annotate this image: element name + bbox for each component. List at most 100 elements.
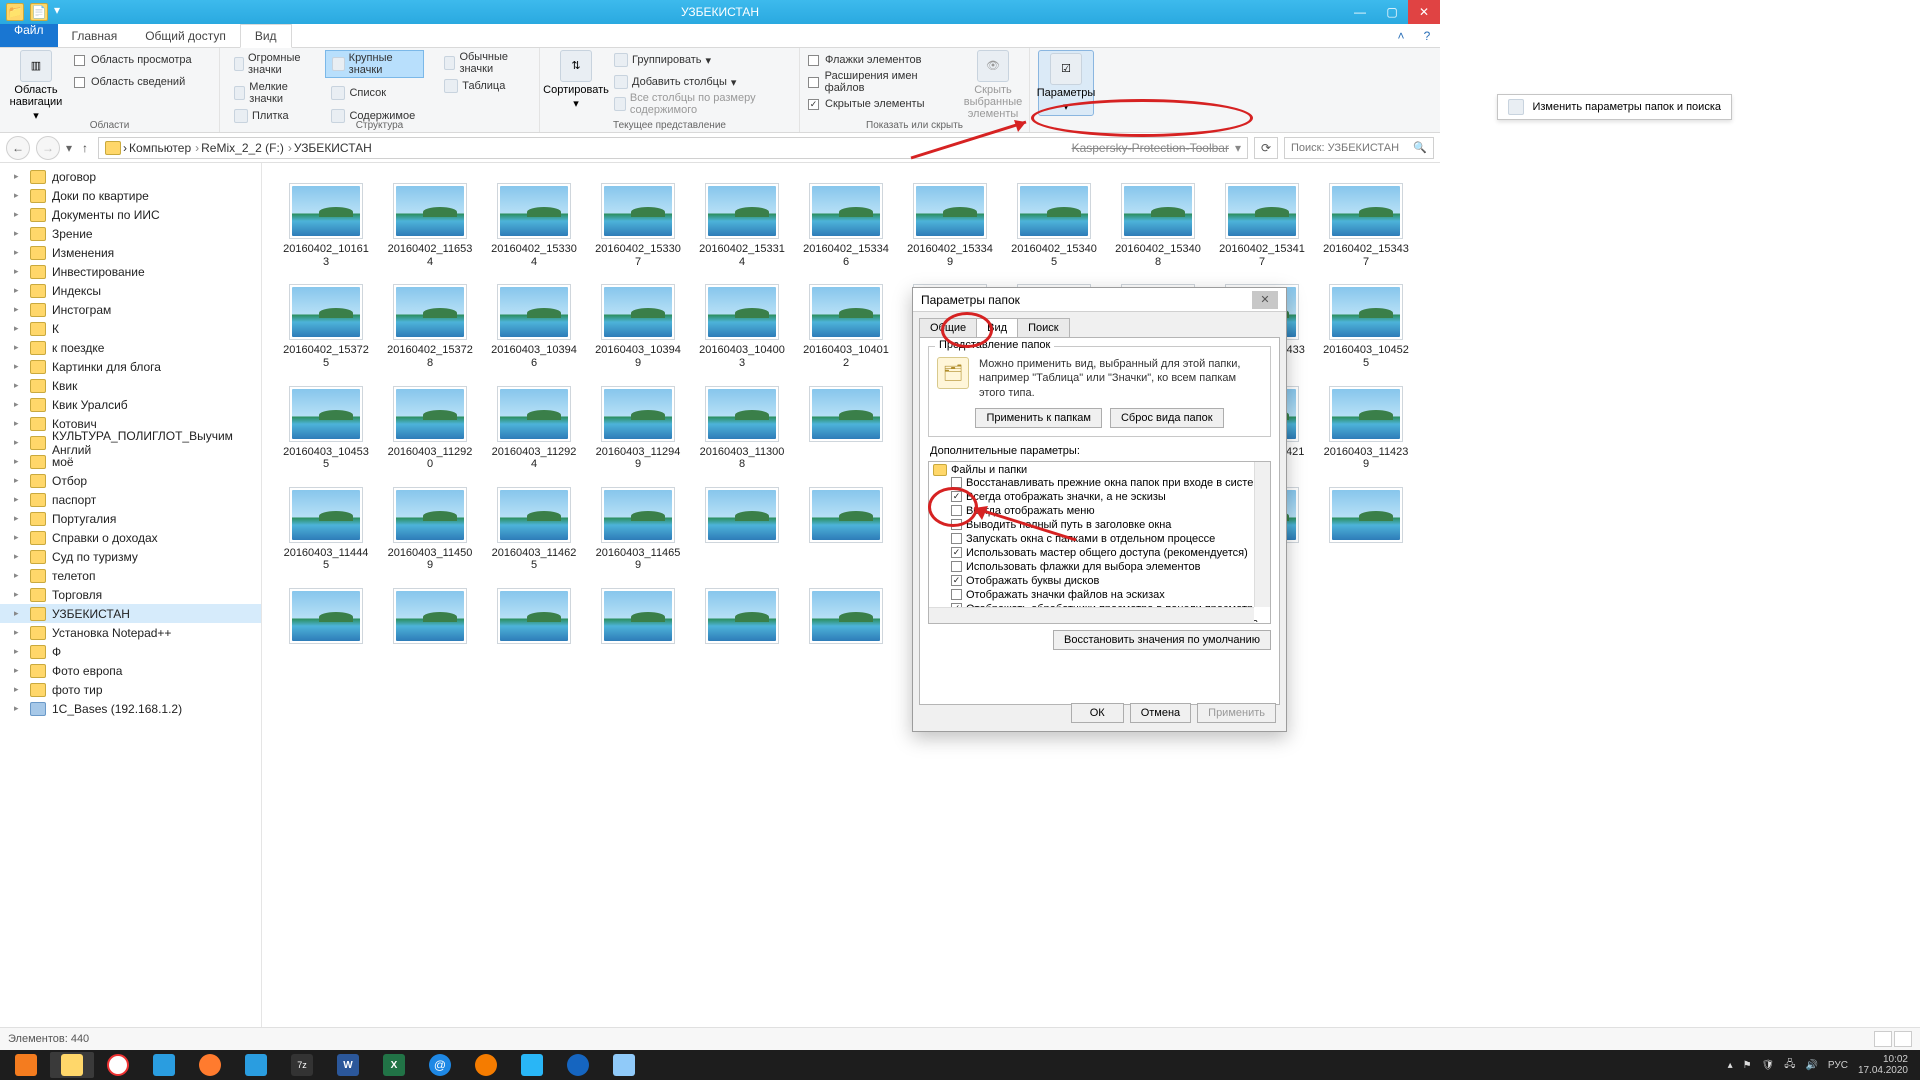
- qat-item[interactable]: 📄: [30, 3, 48, 21]
- tree-node[interactable]: ▸Торговля: [0, 585, 261, 604]
- qat-item[interactable]: 📁: [6, 3, 24, 21]
- advanced-option[interactable]: Использовать флажки для выбора элементов: [933, 560, 1266, 574]
- dialog-tab-search[interactable]: Поиск: [1017, 318, 1069, 337]
- file-item[interactable]: 20160403_104525: [1318, 284, 1414, 369]
- file-item[interactable]: 20160403_112949: [590, 386, 686, 471]
- file-item[interactable]: 20160403_112924: [486, 386, 582, 471]
- options-dropdown-item[interactable]: Изменить параметры папок и поиска: [1497, 94, 1732, 120]
- taskbar-app[interactable]: [602, 1052, 646, 1078]
- tray-network-icon[interactable]: 🖧: [1784, 1057, 1795, 1074]
- advanced-option[interactable]: ✓Использовать мастер общего доступа (рек…: [933, 546, 1266, 560]
- back-button[interactable]: ←: [6, 136, 30, 160]
- cancel-button[interactable]: Отмена: [1130, 703, 1191, 723]
- advanced-option[interactable]: Всегда отображать меню: [933, 504, 1266, 518]
- file-item[interactable]: 20160403_103946: [486, 284, 582, 369]
- details-view-button[interactable]: [1874, 1031, 1892, 1047]
- dialog-tab-view[interactable]: Вид: [976, 318, 1018, 337]
- file-extensions-toggle[interactable]: Расширения имен файлов: [808, 72, 955, 92]
- layout-large[interactable]: Крупные значки: [325, 50, 424, 78]
- file-item[interactable]: 20160402_153304: [486, 183, 582, 268]
- file-item[interactable]: 20160402_153346: [798, 183, 894, 268]
- checkbox[interactable]: ✓: [951, 491, 962, 502]
- add-columns-button[interactable]: Добавить столбцы ▾: [614, 72, 791, 92]
- checkbox[interactable]: [951, 505, 962, 516]
- tree-node[interactable]: ▸к поездке: [0, 338, 261, 357]
- tray-language[interactable]: РУС: [1828, 1060, 1848, 1071]
- reset-folder-views-button[interactable]: Сброс вида папок: [1110, 408, 1224, 428]
- tree-node[interactable]: ▸Португалия: [0, 509, 261, 528]
- tree-node[interactable]: ▸договор: [0, 167, 261, 186]
- file-item[interactable]: [486, 588, 582, 648]
- crumb-computer[interactable]: Компьютер›: [129, 141, 199, 155]
- file-item[interactable]: 20160402_153405: [1006, 183, 1102, 268]
- tray-clock[interactable]: 10:02 17.04.2020: [1858, 1054, 1908, 1076]
- layout-list[interactable]: Список: [325, 80, 424, 106]
- tab-home[interactable]: Главная: [58, 24, 132, 47]
- advanced-option[interactable]: Выводить полный путь в заголовке окна: [933, 518, 1266, 532]
- tree-node[interactable]: ▸Инвестирование: [0, 262, 261, 281]
- advanced-option[interactable]: Отображать значки файлов на эскизах: [933, 588, 1266, 602]
- tree-node[interactable]: ▸Инстограм: [0, 300, 261, 319]
- tree-node[interactable]: ▸УЗБЕКИСТАН: [0, 604, 261, 623]
- file-item[interactable]: 20160402_153725: [278, 284, 374, 369]
- tree-node[interactable]: ▸Ф: [0, 642, 261, 661]
- tree-node[interactable]: ▸Индексы: [0, 281, 261, 300]
- tree-node[interactable]: ▸Квик: [0, 376, 261, 395]
- file-item[interactable]: 20160402_116534: [382, 183, 478, 268]
- taskbar-app[interactable]: [510, 1052, 554, 1078]
- tree-node[interactable]: ▸паспорт: [0, 490, 261, 509]
- file-item[interactable]: 20160403_114239: [1318, 386, 1414, 471]
- crumb-folder[interactable]: УЗБЕКИСТАН: [294, 141, 372, 155]
- tree-node[interactable]: ▸Картинки для блога: [0, 357, 261, 376]
- tree-node[interactable]: ▸Документы по ИИС: [0, 205, 261, 224]
- file-item[interactable]: 20160403_114509: [382, 487, 478, 572]
- checkbox[interactable]: [951, 561, 962, 572]
- file-item[interactable]: 20160402_153307: [590, 183, 686, 268]
- file-item[interactable]: [798, 386, 894, 471]
- advanced-option[interactable]: Запускать окна с папками в отдельном про…: [933, 532, 1266, 546]
- tray-flag-icon[interactable]: ⚑: [1743, 1060, 1752, 1071]
- file-item[interactable]: [590, 588, 686, 648]
- checkbox[interactable]: ✓: [951, 575, 962, 586]
- file-item[interactable]: [1318, 487, 1414, 572]
- file-item[interactable]: 20160402_153349: [902, 183, 998, 268]
- taskbar-explorer[interactable]: [50, 1052, 94, 1078]
- layout-huge[interactable]: Огромные значки: [228, 50, 313, 78]
- file-item[interactable]: 20160402_153728: [382, 284, 478, 369]
- dialog-close-button[interactable]: ✕: [1252, 291, 1278, 309]
- tray-icon[interactable]: ▴: [1728, 1060, 1733, 1071]
- qat-overflow[interactable]: ▾: [54, 3, 60, 21]
- file-item[interactable]: [278, 588, 374, 648]
- taskbar-app[interactable]: [96, 1052, 140, 1078]
- file-item[interactable]: [694, 487, 790, 572]
- advanced-option[interactable]: ✓Отображать буквы дисков: [933, 574, 1266, 588]
- dialog-title-bar[interactable]: Параметры папок ✕: [913, 288, 1286, 312]
- tree-node[interactable]: ▸моё: [0, 452, 261, 471]
- file-item[interactable]: 20160402_101613: [278, 183, 374, 268]
- checkbox[interactable]: [951, 519, 962, 530]
- hide-selected-button[interactable]: 👁 Скрыть выбранные элементы: [965, 50, 1021, 120]
- help-icon[interactable]: ?: [1414, 24, 1440, 47]
- item-checkboxes-toggle[interactable]: Флажки элементов: [808, 50, 955, 70]
- taskbar-excel[interactable]: X: [372, 1052, 416, 1078]
- file-item[interactable]: [798, 588, 894, 648]
- checkbox[interactable]: [951, 533, 962, 544]
- hidden-items-toggle[interactable]: ✓Скрытые элементы: [808, 94, 955, 114]
- taskbar-app[interactable]: [142, 1052, 186, 1078]
- advanced-option[interactable]: ✓Всегда отображать значки, а не эскизы: [933, 490, 1266, 504]
- taskbar-app[interactable]: 7z: [280, 1052, 324, 1078]
- crumb-drive[interactable]: ReMix_2_2 (F:)›: [201, 141, 292, 155]
- tree-node[interactable]: ▸Зрение: [0, 224, 261, 243]
- autosize-columns-button[interactable]: Все столбцы по размеру содержимого: [614, 94, 791, 114]
- refresh-button[interactable]: ⟳: [1254, 137, 1278, 159]
- file-item[interactable]: 20160403_114659: [590, 487, 686, 572]
- tree-node[interactable]: ▸Квик Уралсиб: [0, 395, 261, 414]
- checkbox[interactable]: [951, 589, 962, 600]
- file-item[interactable]: 20160402_153408: [1110, 183, 1206, 268]
- tree-node[interactable]: ▸КУЛЬТУРА_ПОЛИГЛОТ_Выучим Англий: [0, 433, 261, 452]
- file-item[interactable]: 20160402_153314: [694, 183, 790, 268]
- tray-volume-icon[interactable]: 🔊: [1805, 1060, 1817, 1071]
- tree-node[interactable]: ▸Суд по туризму: [0, 547, 261, 566]
- tree-node[interactable]: ▸телетоп: [0, 566, 261, 585]
- nav-pane-button[interactable]: ▥ Область навигации ▾: [8, 50, 64, 122]
